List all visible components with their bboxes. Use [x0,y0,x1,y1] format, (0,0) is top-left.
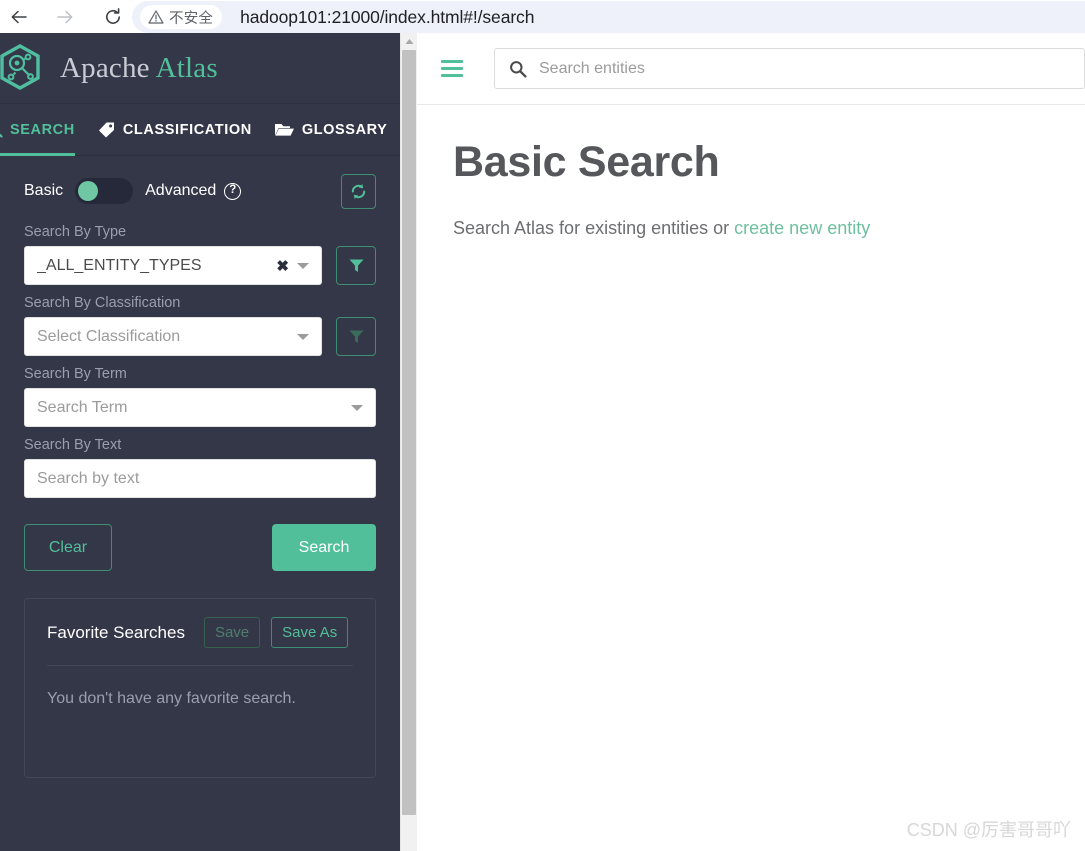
atlas-hexagon-logo-icon [0,44,40,90]
forward-button [48,0,82,33]
favorite-searches-empty-message: You don't have any favorite search. [47,690,296,707]
mode-basic-label: Basic [24,182,64,199]
brand-name-accent: Atlas [155,51,218,84]
search-by-term-row: Search Term [24,388,376,427]
hamburger-bar [441,60,463,63]
tab-search-label: SEARCH [10,121,75,138]
search-by-term-select[interactable]: Search Term [24,388,376,427]
page-subtitle: Search Atlas for existing entities or cr… [453,218,870,239]
search-by-classification-filter-button[interactable] [336,317,376,356]
search-icon [510,60,527,78]
address-bar[interactable]: 不安全 hadoop101:21000/index.html#!/search [132,1,1085,33]
mode-advanced-label: Advanced [145,182,217,199]
favorite-searches-header: Favorite Searches Save Save As [47,617,353,648]
search-by-type-select[interactable]: _ALL_ENTITY_TYPES ✖ [24,246,322,285]
browser-toolbar: 不安全 hadoop101:21000/index.html#!/search [0,0,1085,33]
refresh-icon [351,183,366,199]
search-actions-row: Clear Search [24,524,376,571]
vertical-scrollbar[interactable] [400,33,417,851]
csdn-watermark: CSDN @厉害哥哥吖 [906,820,1071,840]
tab-classification[interactable]: CLASSIFICATION [97,104,252,156]
search-by-type-clear-icon[interactable]: ✖ [268,257,297,275]
search-by-text-input[interactable] [24,459,376,498]
brand-title: Apache Atlas [60,52,218,85]
search-by-term-label: Search By Term [24,366,127,382]
chevron-down-icon [297,333,309,340]
page-subtitle-text: Search Atlas for existing entities or [453,218,735,238]
security-status-label: 不安全 [169,10,214,27]
clear-button[interactable]: Clear [24,524,112,571]
tab-glossary-label: GLOSSARY [301,121,388,138]
forward-arrow-icon [57,10,73,23]
scrollbar-thumb[interactable] [402,50,416,815]
tab-glossary[interactable]: GLOSSARY [274,104,388,156]
search-by-type-label: Search By Type [24,224,127,240]
favorite-save-button[interactable]: Save [203,617,261,648]
favorite-searches-title: Favorite Searches [47,622,185,642]
toggle-knob [78,181,99,201]
search-by-term-value: Search Term [37,398,128,416]
search-by-type-value: _ALL_ENTITY_TYPES [37,256,202,274]
search-by-text-label: Search By Text [24,437,122,453]
search-mode-row: Basic Advanced ? [24,156,376,214]
scrollbar-up-arrow[interactable] [401,33,417,50]
basic-advanced-toggle[interactable] [75,178,134,204]
hamburger-menu-icon[interactable] [441,58,463,80]
help-icon[interactable]: ? [224,182,242,200]
search-by-classification-select[interactable]: Select Classification [24,317,322,356]
page-title: Basic Search [453,138,720,186]
brand-header: Apache Atlas [0,33,400,104]
url-text: hadoop101:21000/index.html#!/search [240,6,535,27]
search-by-classification-row: Select Classification [24,317,376,356]
main-content: Basic Search Search Atlas for existing e… [417,33,1085,851]
basic-search-content: Basic Search Search Atlas for existing e… [417,105,1085,851]
tab-classification-label: CLASSIFICATION [122,121,252,138]
create-new-entity-link[interactable]: create new entity [734,218,870,238]
divider [47,665,353,666]
search-by-type-filter-button[interactable] [336,246,376,285]
filter-funnel-icon [349,330,363,343]
magnifier-icon [0,133,3,138]
sidebar-tabbar: SEARCH CLASSIFICATION GLOSSARY [0,104,400,156]
page-viewport: Apache Atlas SEARCH CLASSIFICATION GLOSS… [0,33,1085,851]
filter-funnel-icon [349,259,363,272]
chevron-down-icon [351,404,363,411]
search-by-classification-label: Search By Classification [24,295,181,311]
favorite-searches-panel: Favorite Searches Save Save As You don't… [24,598,376,778]
entity-search-input[interactable] [539,59,1084,78]
entity-search-box[interactable] [494,48,1085,89]
search-button[interactable]: Search [272,524,376,571]
security-status-chip[interactable]: 不安全 [140,5,223,29]
folder-open-icon [274,124,294,136]
refresh-button[interactable] [341,173,376,209]
favorite-save-as-button[interactable]: Save As [271,617,349,648]
chevron-up-icon [405,39,413,44]
search-by-type-row: _ALL_ENTITY_TYPES ✖ [24,246,376,285]
reload-icon [106,7,120,24]
reload-button[interactable] [96,0,130,33]
back-button[interactable] [2,0,36,33]
main-topbar [417,33,1085,105]
tab-search[interactable]: SEARCH [0,104,75,156]
tag-icon [98,122,114,138]
back-arrow-icon [11,10,27,23]
search-by-classification-value: Select Classification [37,327,181,345]
hamburger-bar [441,67,463,70]
atlas-sidebar: Apache Atlas SEARCH CLASSIFICATION GLOSS… [0,33,400,851]
search-by-text-row [24,459,376,498]
basic-search-panel: Basic Advanced ? Search By Type _ALL_ENT… [0,156,400,851]
warning-triangle-icon [148,10,164,24]
chevron-down-icon [297,262,309,269]
brand-name-primary: Apache [60,51,150,84]
hamburger-bar [441,74,463,77]
